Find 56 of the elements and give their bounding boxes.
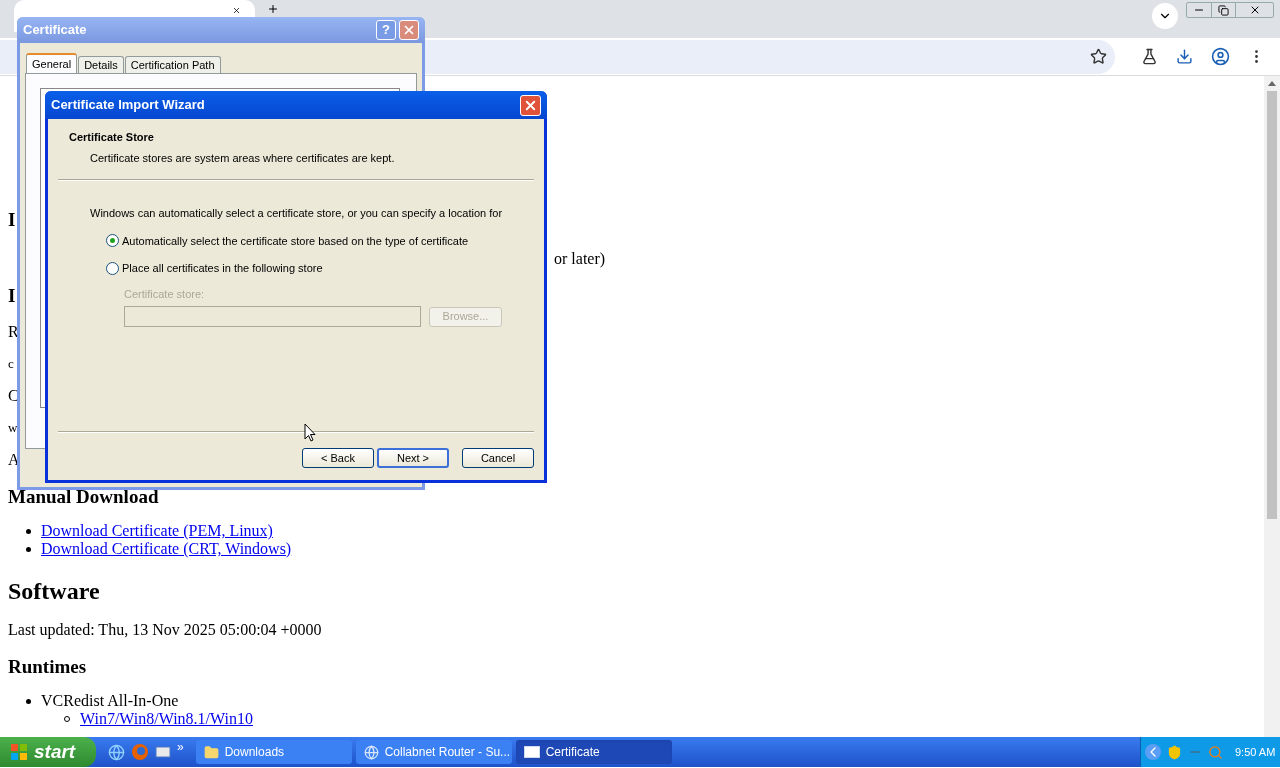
wizard-button[interactable]: Next > (377, 447, 449, 468)
bullet-icon (26, 698, 31, 704)
close-icon (402, 23, 416, 37)
section-heading: Certificate Store (69, 130, 155, 145)
dialog-tab[interactable]: Certification Path (124, 56, 221, 73)
download-link[interactable]: Win7/Win8/Win8.1/Win10 (80, 710, 253, 728)
scrollbar[interactable] (1264, 76, 1280, 737)
profile-icon[interactable] (1211, 47, 1230, 66)
bookmark-star-icon[interactable] (1090, 48, 1107, 65)
page-text: R (8, 323, 19, 340)
new-tab-icon[interactable] (267, 3, 279, 15)
flask-icon[interactable] (1141, 48, 1158, 65)
page-heading: I (8, 209, 16, 230)
page-text: or later) (554, 250, 606, 267)
mouse-cursor-icon (304, 423, 316, 443)
taskbar-button[interactable]: Collabnet Router - Su... (355, 740, 512, 764)
shield-icon[interactable] (1167, 744, 1182, 760)
field-label: Certificate store: (124, 286, 206, 302)
dialog-tab[interactable]: General (26, 53, 78, 73)
bullet-icon (26, 528, 31, 534)
page-text: c (8, 356, 14, 371)
wizard-button[interactable]: Cancel (462, 447, 534, 468)
page-text: Last updated: Thu, 13 Nov 2025 05:00:04 +0000 (8, 621, 322, 638)
radio-option[interactable]: Automatically select the certificate store based on the type of certificate (106, 232, 469, 249)
radio-option[interactable]: Place all certificates in the following store (106, 260, 323, 277)
taskbar-button[interactable]: Downloads (195, 740, 352, 764)
page-heading: Manual Download (8, 486, 159, 507)
window-title: Certificate (23, 21, 88, 40)
scroll-up-icon[interactable] (1268, 81, 1276, 86)
taskbar-button[interactable]: Certificate (515, 740, 672, 764)
dialog-tab[interactable]: Details (78, 56, 124, 73)
page-heading: I (8, 285, 16, 306)
window-icon (523, 746, 540, 758)
globe-icon (363, 744, 379, 760)
download-icon[interactable] (1176, 48, 1193, 65)
clock: 9:50 AM (1235, 744, 1276, 760)
download-link[interactable]: Download Certificate (CRT, Windows) (41, 540, 292, 558)
windows-logo-icon (10, 743, 28, 761)
folder-icon (203, 744, 219, 760)
bullet-icon (26, 546, 31, 552)
page-text: w (8, 420, 18, 435)
list-item-text: VCRedist All-In-One (41, 692, 179, 710)
close-icon[interactable] (232, 6, 241, 15)
more-button[interactable]: » (177, 738, 184, 756)
restore-icon (1218, 4, 1229, 16)
download-link[interactable]: Download Certificate (PEM, Linux) (41, 522, 273, 540)
wizard-button[interactable]: < Back (302, 447, 374, 468)
intro-text: Windows can automatically select a certificate store, or you can specify a location for (90, 206, 504, 221)
tab-search-button[interactable] (1152, 3, 1178, 29)
window-title: Certificate Import Wizard (51, 96, 206, 115)
page-heading: Runtimes (8, 656, 87, 677)
globe-icon[interactable] (108, 743, 125, 761)
chevron-icon[interactable] (1145, 744, 1161, 760)
page-heading: Software (8, 578, 100, 604)
scroll-thumb[interactable] (1267, 91, 1277, 519)
section-subtitle: Certificate stores are system areas where certificates are kept. (89, 150, 396, 166)
